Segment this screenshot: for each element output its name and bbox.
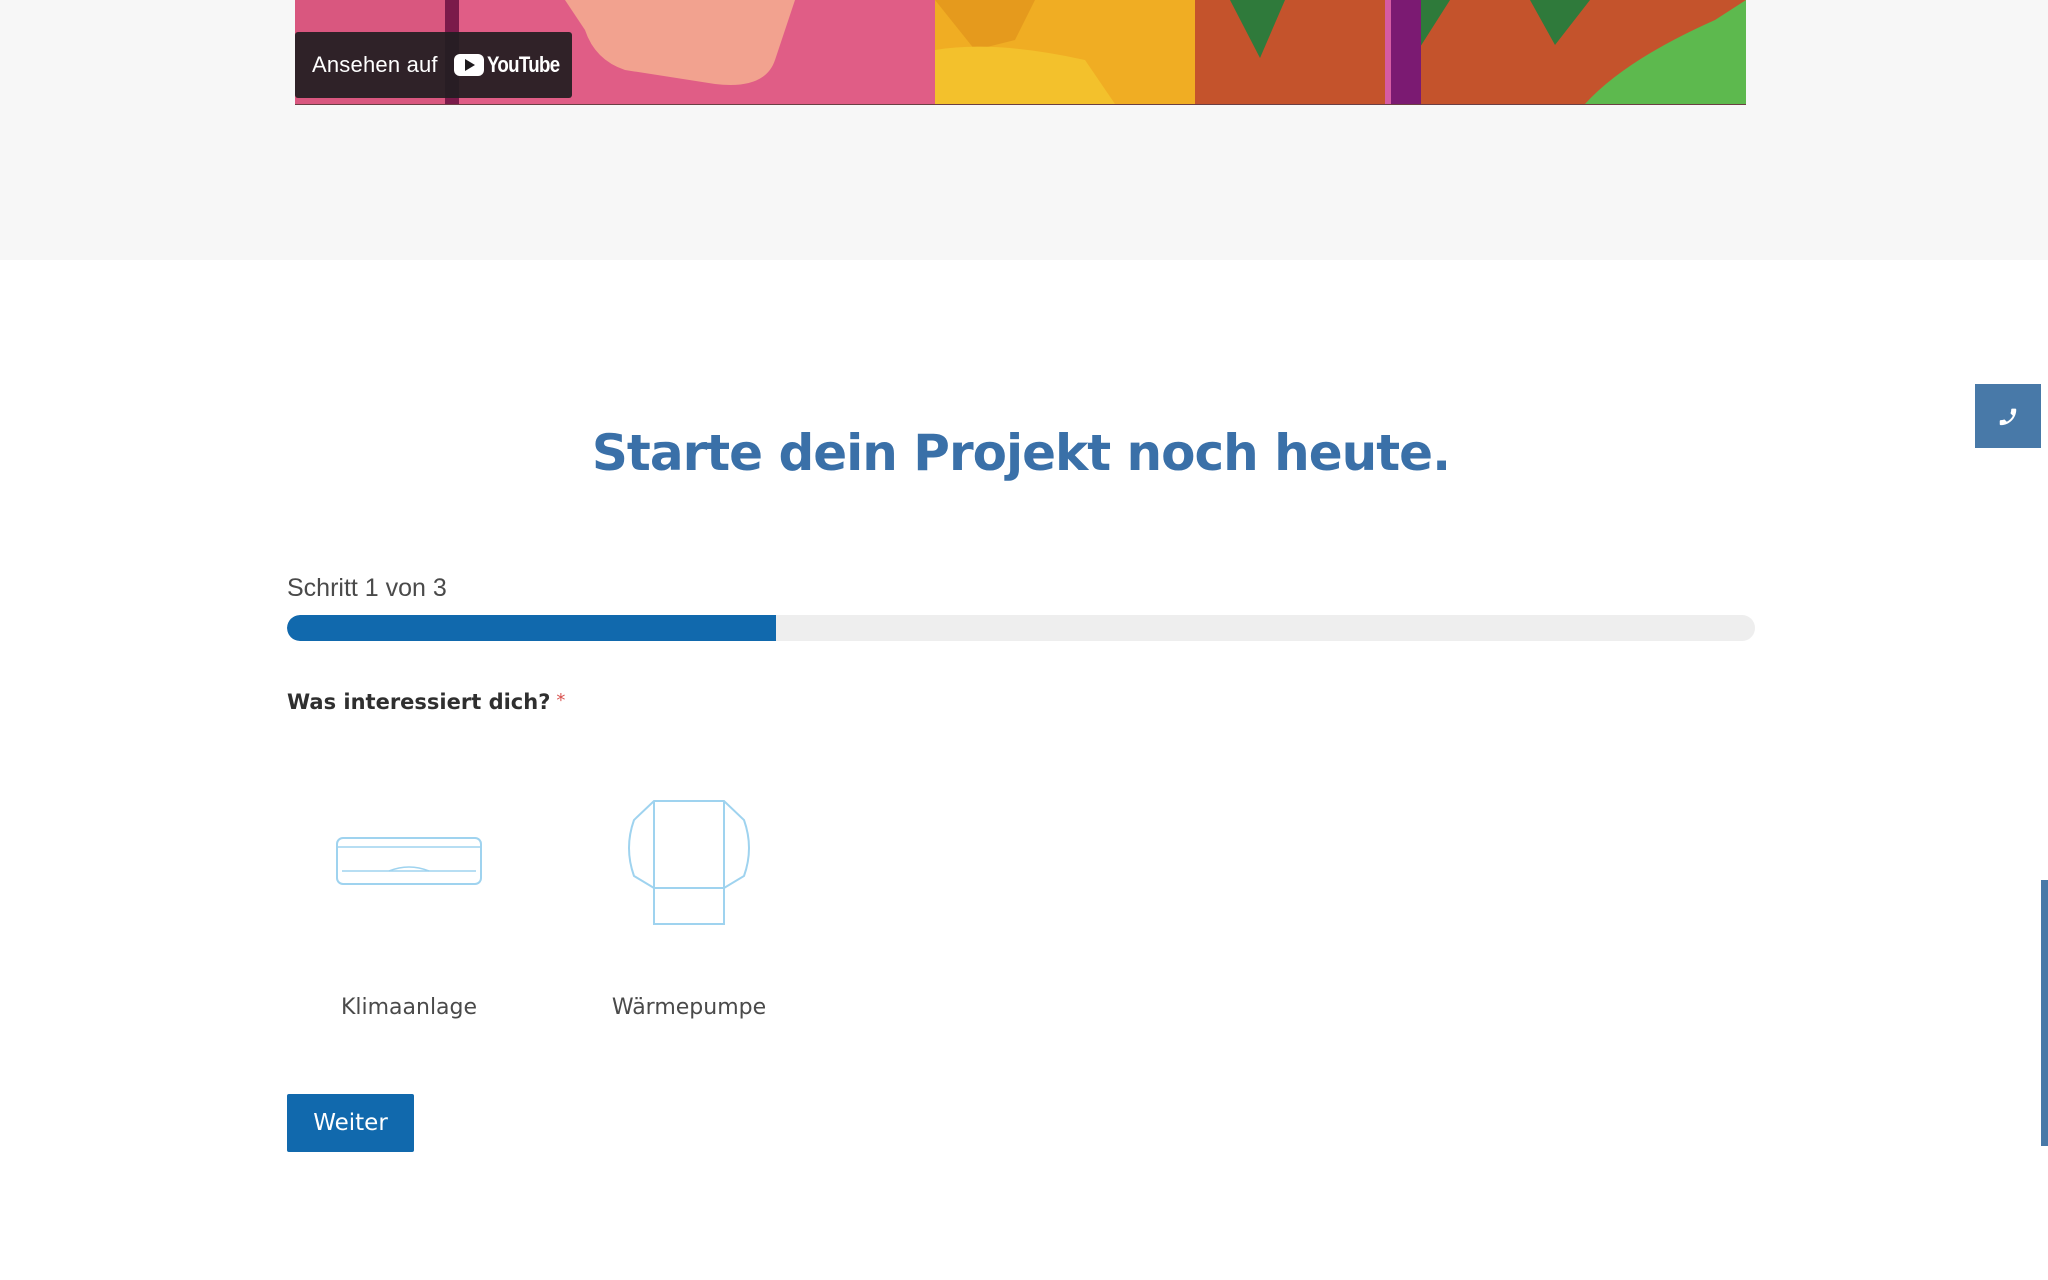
required-marker: * bbox=[556, 690, 566, 711]
youtube-logo: YouTube bbox=[453, 52, 572, 78]
youtube-play-icon bbox=[453, 54, 484, 76]
watch-on-youtube-button[interactable]: Ansehen auf YouTube bbox=[295, 32, 572, 98]
scrollbar-thumb[interactable] bbox=[2041, 880, 2048, 1146]
option-label: Wärmepumpe bbox=[611, 995, 767, 1020]
video-section: Ansehen auf YouTube bbox=[0, 0, 2048, 260]
form-heading: Starte dein Projekt noch heute. bbox=[591, 424, 1451, 482]
step-indicator: Schritt 1 von 3 bbox=[287, 574, 447, 602]
youtube-wordmark: YouTube bbox=[486, 52, 560, 77]
progress-bar-fill bbox=[287, 615, 776, 641]
air-conditioner-icon bbox=[284, 770, 534, 955]
heat-pump-icon bbox=[564, 770, 814, 955]
question-label: Was interessiert dich? * bbox=[287, 690, 565, 714]
option-label: Klimaanlage bbox=[340, 995, 478, 1020]
progress-bar bbox=[287, 615, 1755, 641]
next-button[interactable]: Weiter bbox=[287, 1094, 414, 1152]
watch-on-label: Ansehen auf bbox=[312, 52, 438, 77]
option-waermepumpe[interactable]: Wärmepumpe bbox=[564, 770, 814, 1040]
option-klimaanlage[interactable]: Klimaanlage bbox=[284, 770, 534, 1040]
question-text: Was interessiert dich? bbox=[287, 690, 551, 714]
page: Ansehen auf YouTube Starte dein Projekt … bbox=[0, 0, 2048, 1280]
